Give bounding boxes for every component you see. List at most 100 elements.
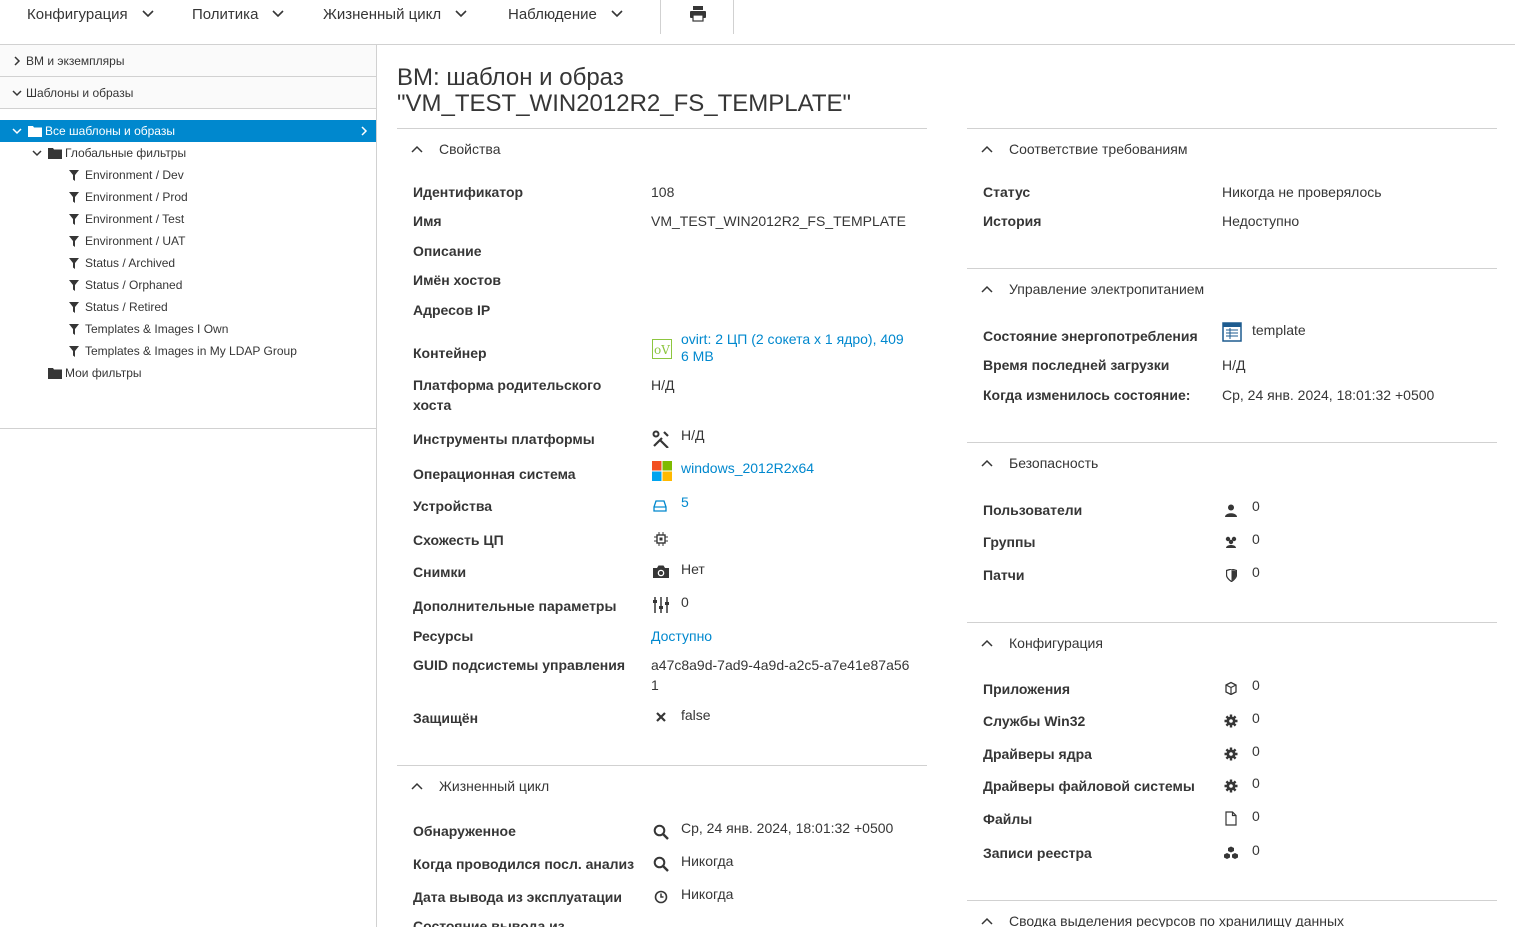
lifecycle-card-header[interactable]: Жизненный цикл xyxy=(397,766,927,806)
filter-tree: Все шаблоны и образы Глобальные фильтры … xyxy=(0,109,376,429)
tree-node-filter[interactable]: Environment / Dev xyxy=(0,164,376,186)
property-value: 1 xyxy=(651,677,659,693)
resources-link[interactable]: Доступно xyxy=(651,628,712,645)
property-label: Службы Win32 xyxy=(983,713,1086,729)
filter-icon xyxy=(69,191,79,203)
property-value: VM_TEST_WIN2012R2_FS_TEMPLATE xyxy=(651,213,906,229)
filter-icon xyxy=(69,235,79,247)
card-title: Безопасность xyxy=(1009,455,1099,471)
chevron-up-icon xyxy=(981,639,993,647)
camera-icon xyxy=(653,565,669,578)
property-label: Приложения xyxy=(983,681,1071,697)
ovirt-icon: oV xyxy=(652,339,672,359)
tree-node-label: Environment / Dev xyxy=(85,168,184,182)
property-value: 0 xyxy=(1252,564,1260,580)
file-icon xyxy=(1225,811,1237,826)
property-value: 0 xyxy=(681,594,689,610)
chevron-down-icon xyxy=(12,128,22,135)
search-icon xyxy=(653,824,669,840)
accordion-label: Шаблоны и образы xyxy=(26,85,134,100)
filter-icon xyxy=(69,169,79,181)
accordion-templates-images[interactable]: Шаблоны и образы xyxy=(0,77,376,109)
property-label: Контейнер xyxy=(413,345,487,361)
tree-node-label: Status / Retired xyxy=(85,300,168,314)
print-button[interactable] xyxy=(687,3,709,25)
property-value: 108 xyxy=(651,184,675,200)
package-icon xyxy=(1225,681,1237,695)
tree-node-filter[interactable]: Status / Orphaned xyxy=(0,274,376,296)
monitoring-menu[interactable]: Наблюдение xyxy=(508,0,625,28)
property-value: 0 xyxy=(1252,498,1260,514)
registry-icon xyxy=(1224,846,1238,859)
property-value: template xyxy=(1252,322,1306,338)
chevron-up-icon xyxy=(411,782,423,790)
tree-node-filter[interactable]: Environment / Prod xyxy=(0,186,376,208)
shield-icon xyxy=(1226,569,1237,582)
tree-node-filter[interactable]: Status / Archived xyxy=(0,252,376,274)
container-link[interactable]: ovirt: 2 ЦП (2 сокета x 1 ядро), 409 xyxy=(681,331,904,348)
chevron-up-icon xyxy=(411,145,423,153)
filter-icon xyxy=(69,345,79,357)
container-link[interactable]: 6 MB xyxy=(681,348,714,365)
power-card-header[interactable]: Управление электропитанием xyxy=(967,269,1497,309)
property-value: Н/Д xyxy=(1222,357,1246,373)
configuration-menu[interactable]: Конфигурация xyxy=(27,0,156,28)
policy-menu[interactable]: Политика xyxy=(192,0,286,28)
property-label: Описание xyxy=(413,243,482,259)
property-label: Состояние энергопотребления xyxy=(983,328,1198,344)
property-value: Ср, 24 янв. 2024, 18:01:32 +0500 xyxy=(1222,387,1435,403)
tree-node-filter[interactable]: Status / Retired xyxy=(0,296,376,318)
folder-icon xyxy=(28,126,42,137)
gear-icon xyxy=(1224,779,1238,793)
accordion-label: ВМ и экземпляры xyxy=(26,53,125,68)
tree-node-filter[interactable]: Environment / UAT xyxy=(0,230,376,252)
property-value: Нет xyxy=(681,561,705,577)
chevron-up-icon xyxy=(981,917,993,925)
lifecycle-menu[interactable]: Жизненный цикл xyxy=(323,0,469,28)
tree-node-all-templates[interactable]: Все шаблоны и образы xyxy=(0,120,376,142)
tree-node-label: Status / Orphaned xyxy=(85,278,183,292)
tree-node-filter[interactable]: Templates & Images in My LDAP Group xyxy=(0,340,376,362)
property-value: a47c8a9d-7ad9-4a9d-a2c5-a7e41e87a56 xyxy=(651,657,910,673)
accordion-vms-instances[interactable]: ВМ и экземпляры xyxy=(0,45,376,77)
chevron-down-icon xyxy=(142,10,154,18)
filter-icon xyxy=(69,279,79,291)
tree-node-global-filters[interactable]: Глобальные фильтры xyxy=(0,142,376,164)
card-title: Сводка выделения ресурсов по хранилищу д… xyxy=(1009,913,1345,927)
windows-icon xyxy=(652,461,672,481)
tree-node-filter[interactable]: Templates & Images I Own xyxy=(0,318,376,340)
property-label: Имя xyxy=(413,213,442,229)
properties-card-header[interactable]: Свойства xyxy=(397,129,927,169)
chevron-down-icon xyxy=(32,150,42,157)
compliance-card-header[interactable]: Соответствие требованиям xyxy=(967,129,1497,169)
property-label: Защищён xyxy=(413,710,479,726)
close-icon xyxy=(656,712,666,722)
security-card-header[interactable]: Безопасность xyxy=(967,443,1497,483)
search-icon xyxy=(653,856,669,872)
property-label: Имён хостов xyxy=(413,272,501,288)
property-value: Н/Д xyxy=(681,427,705,443)
compliance-card: Соответствие требованиям Статус Никогда … xyxy=(967,128,1497,268)
card-title: Свойства xyxy=(439,141,501,157)
filter-icon xyxy=(69,257,79,269)
tree-node-label: Все шаблоны и образы xyxy=(45,124,175,138)
sliders-icon xyxy=(653,597,669,613)
tree-node-filter[interactable]: Environment / Test xyxy=(0,208,376,230)
property-value: false xyxy=(681,707,711,723)
property-label: хоста xyxy=(413,397,452,413)
gear-icon xyxy=(1224,714,1238,728)
storage-card: Сводка выделения ресурсов по хранилищу д… xyxy=(967,900,1497,927)
chevron-down-icon xyxy=(12,89,22,96)
os-link[interactable]: windows_2012R2x64 xyxy=(681,460,814,477)
card-title: Управление электропитанием xyxy=(1009,281,1205,297)
sidebar: ВМ и экземпляры Шаблоны и образы Все шаб… xyxy=(0,45,377,927)
tree-node-label: Глобальные фильтры xyxy=(65,146,187,160)
print-icon xyxy=(690,6,706,22)
devices-link[interactable]: 5 xyxy=(681,494,689,511)
storage-card-header[interactable]: Сводка выделения ресурсов по хранилищу д… xyxy=(967,901,1497,927)
properties-card: Свойства Идентификатор 108 Имя VM_TEST_W… xyxy=(397,128,927,766)
property-label: Группы xyxy=(983,534,1036,550)
configuration-card-header[interactable]: Конфигурация xyxy=(967,623,1497,663)
tree-node-my-filters[interactable]: Мои фильтры xyxy=(0,362,376,384)
property-value: 0 xyxy=(1252,842,1260,858)
